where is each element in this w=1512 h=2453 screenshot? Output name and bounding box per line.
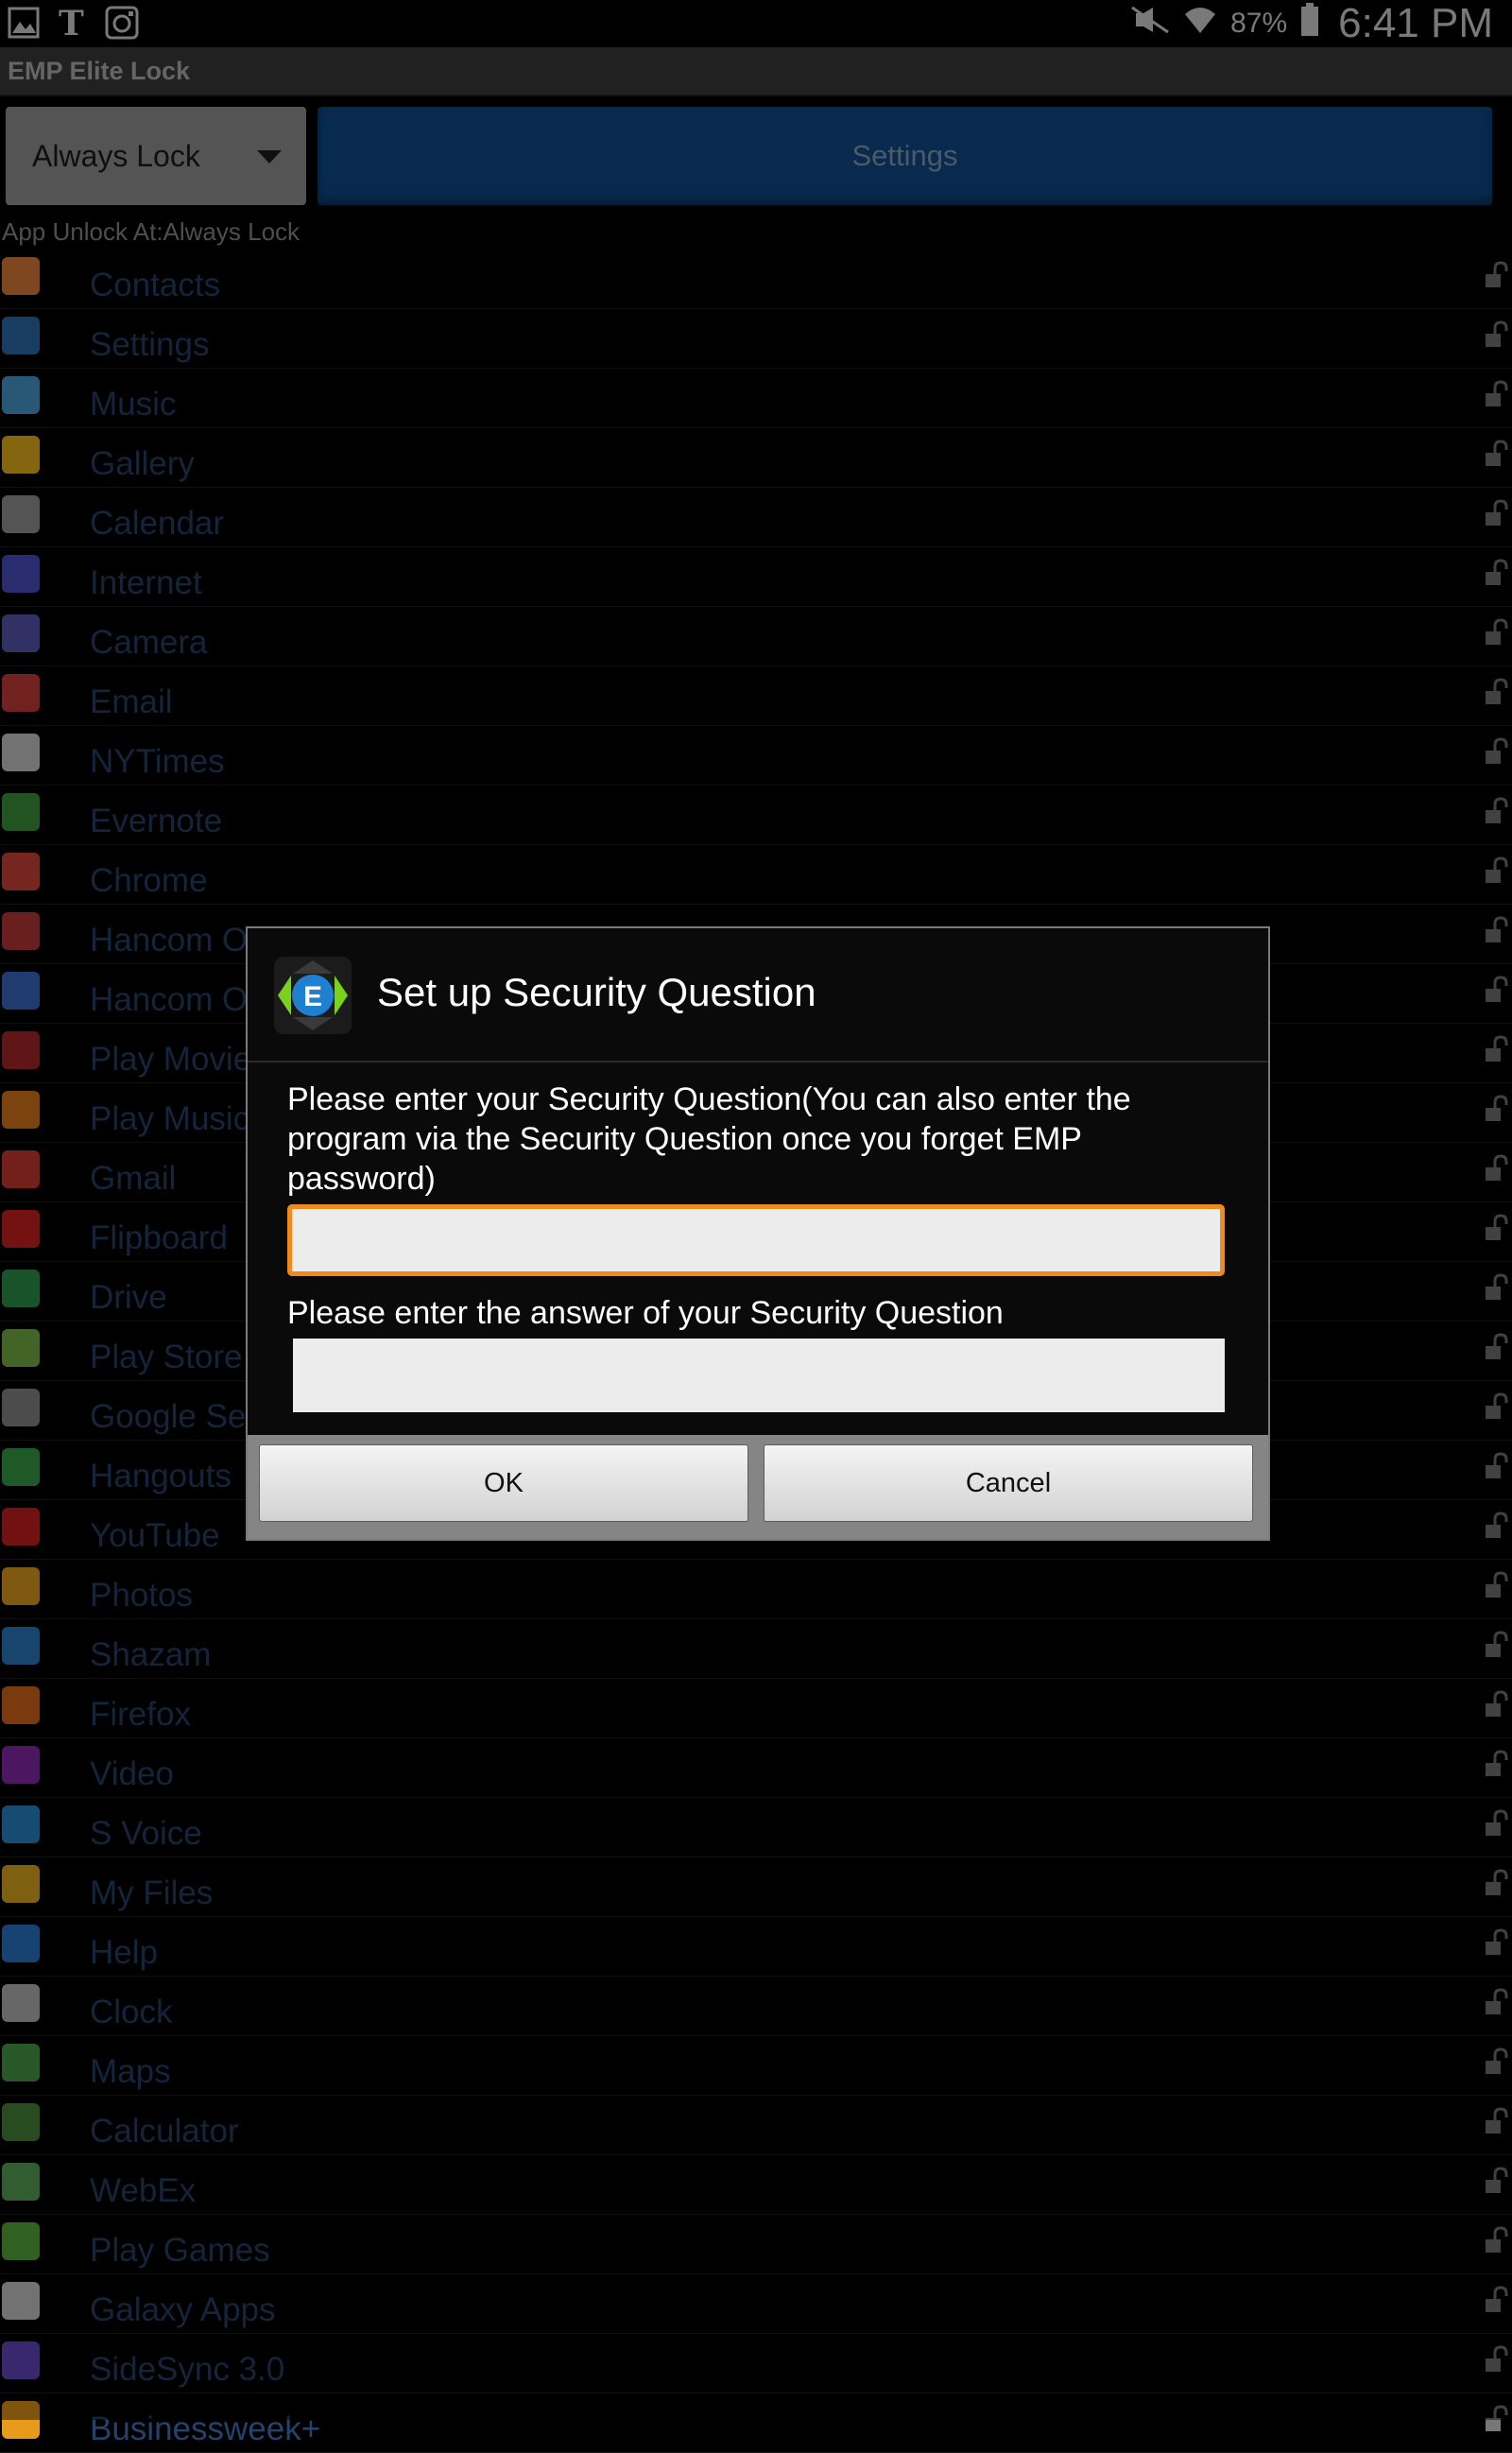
emp-logo-icon: E — [274, 957, 352, 1034]
security-question-dialog: E Set up Security Question Please enter … — [246, 926, 1270, 1541]
dialog-header: E Set up Security Question — [248, 928, 1268, 1062]
security-answer-input[interactable] — [293, 1339, 1225, 1412]
dialog-button-bar: OK Cancel — [248, 1435, 1268, 1539]
ok-button[interactable]: OK — [259, 1444, 748, 1522]
security-question-label: Please enter your Security Question(You … — [287, 1081, 1131, 1197]
dialog-body: Please enter your Security Question(You … — [287, 1080, 1232, 1412]
cancel-button[interactable]: Cancel — [764, 1444, 1253, 1522]
security-question-input[interactable] — [287, 1204, 1225, 1276]
dialog-title: Set up Security Question — [377, 970, 816, 1014]
security-answer-label: Please enter the answer of your Security… — [287, 1295, 1004, 1331]
svg-text:E: E — [303, 981, 322, 1012]
